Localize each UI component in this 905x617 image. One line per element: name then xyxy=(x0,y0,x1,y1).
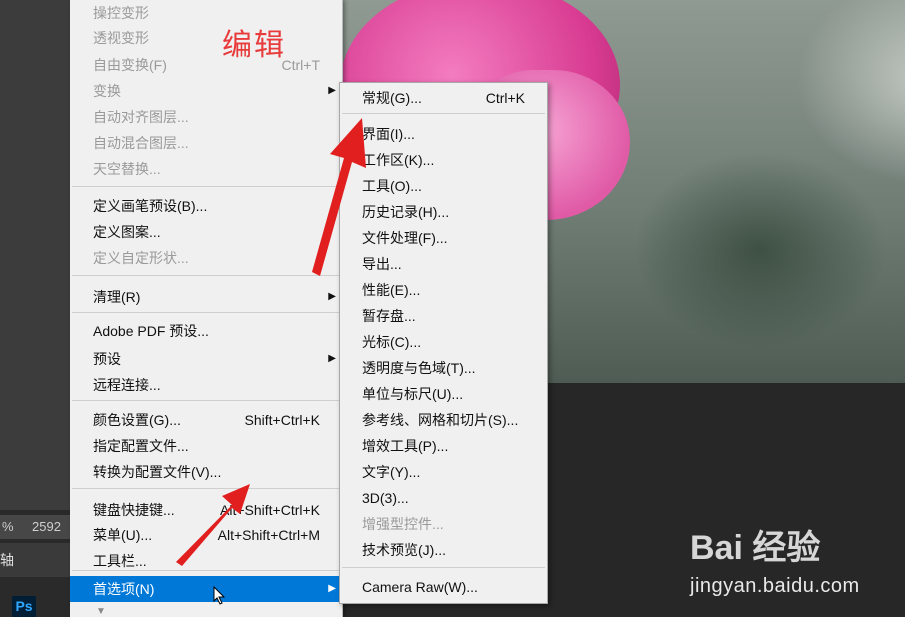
watermark-brand: Bai 经验 xyxy=(690,529,821,567)
red-arrow-down-icon xyxy=(176,484,250,566)
baidu-watermark: Bai 经验 jingyan.baidu.com xyxy=(690,520,860,598)
watermark-url: jingyan.baidu.com xyxy=(690,575,860,597)
mouse-cursor-icon xyxy=(213,586,226,605)
red-arrow-up-icon xyxy=(312,118,366,276)
